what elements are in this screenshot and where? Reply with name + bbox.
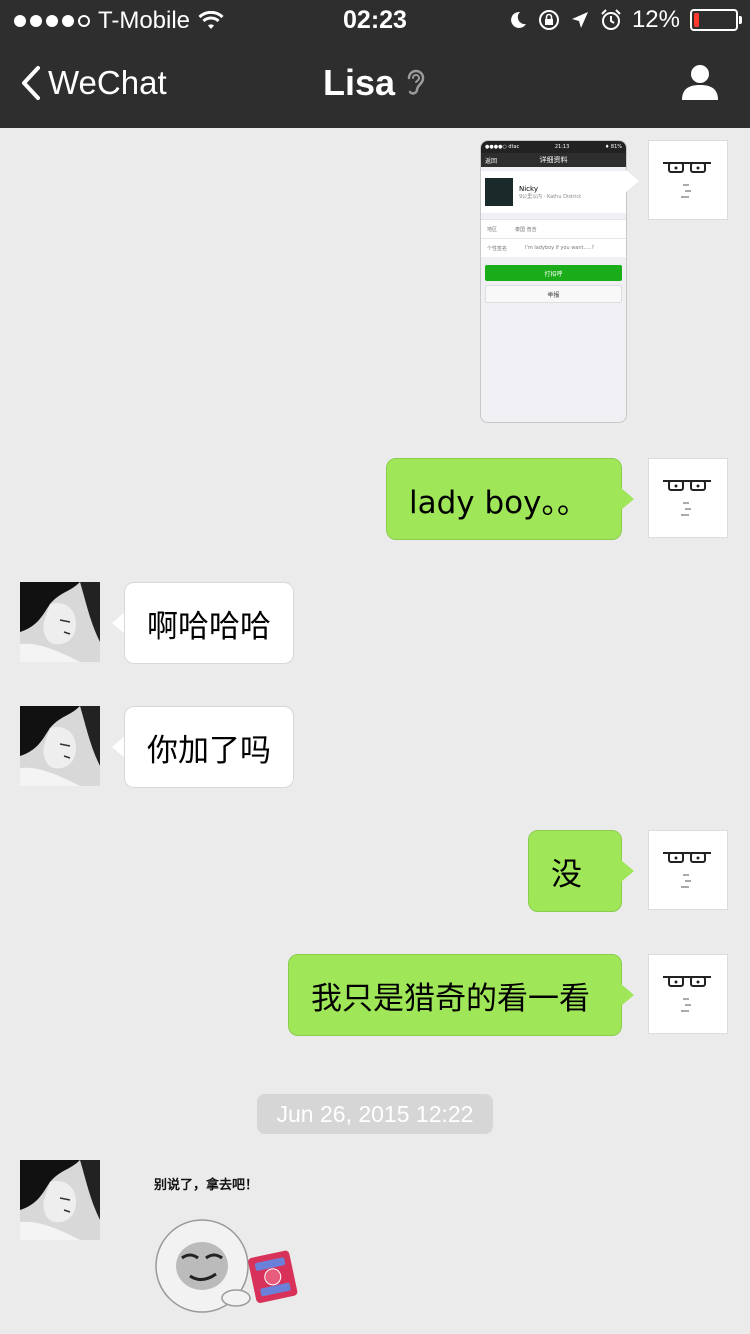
timestamp-divider: Jun 26, 2015 12:22 — [257, 1094, 493, 1134]
woman-portrait-icon — [20, 1160, 100, 1240]
meme-face-sticker — [155, 1219, 298, 1313]
glasses-face-icon — [663, 162, 711, 198]
message-bubble-received[interactable]: 啊哈哈哈 — [124, 582, 294, 664]
woman-portrait-icon — [20, 706, 100, 786]
contact-name: Lisa — [322, 62, 396, 103]
battery-icon — [690, 9, 742, 31]
contact-avatar[interactable] — [20, 1160, 100, 1240]
chat-title: Lisa — [0, 62, 750, 104]
my-avatar[interactable] — [648, 830, 728, 910]
my-avatar[interactable] — [648, 954, 728, 1034]
nav-bar: WeChat Lisa — [0, 40, 750, 128]
battery-level — [694, 13, 699, 27]
location-arrow-icon — [571, 12, 588, 28]
ear-icon — [407, 69, 425, 95]
message-bubble-sent[interactable]: 没 — [528, 830, 622, 912]
contact-avatar[interactable] — [20, 706, 100, 786]
contact-avatar[interactable] — [20, 582, 100, 662]
thumb-profile-photo — [485, 178, 513, 206]
sticker-message[interactable]: 别说了，拿去吧！ — [140, 1166, 310, 1316]
alarm-icon — [601, 9, 621, 30]
image-message[interactable]: ●●●●○ dtac 21:13 ♦ 81% 返回 详细资料 Nicky 9公里以内… — [480, 140, 627, 423]
message-bubble-received[interactable]: 你加了吗 — [124, 706, 294, 788]
contact-info-icon[interactable] — [680, 62, 720, 102]
my-avatar[interactable] — [648, 458, 728, 538]
glasses-face-icon — [663, 480, 711, 516]
woman-portrait-icon — [20, 582, 100, 662]
glasses-face-icon — [663, 976, 711, 1012]
rotation-lock-icon — [538, 10, 559, 30]
status-right: 12% — [508, 6, 742, 34]
glasses-face-icon — [663, 852, 711, 888]
message-bubble-sent[interactable]: 我只是猎奇的看一看 — [288, 954, 622, 1036]
my-avatar[interactable] — [648, 140, 728, 220]
moon-icon — [511, 11, 526, 28]
message-bubble-sent[interactable]: lady boy。。 — [386, 458, 622, 540]
status-bar: T-Mobile 02:23 12% — [0, 0, 750, 40]
battery-percent: 12% — [631, 6, 680, 33]
